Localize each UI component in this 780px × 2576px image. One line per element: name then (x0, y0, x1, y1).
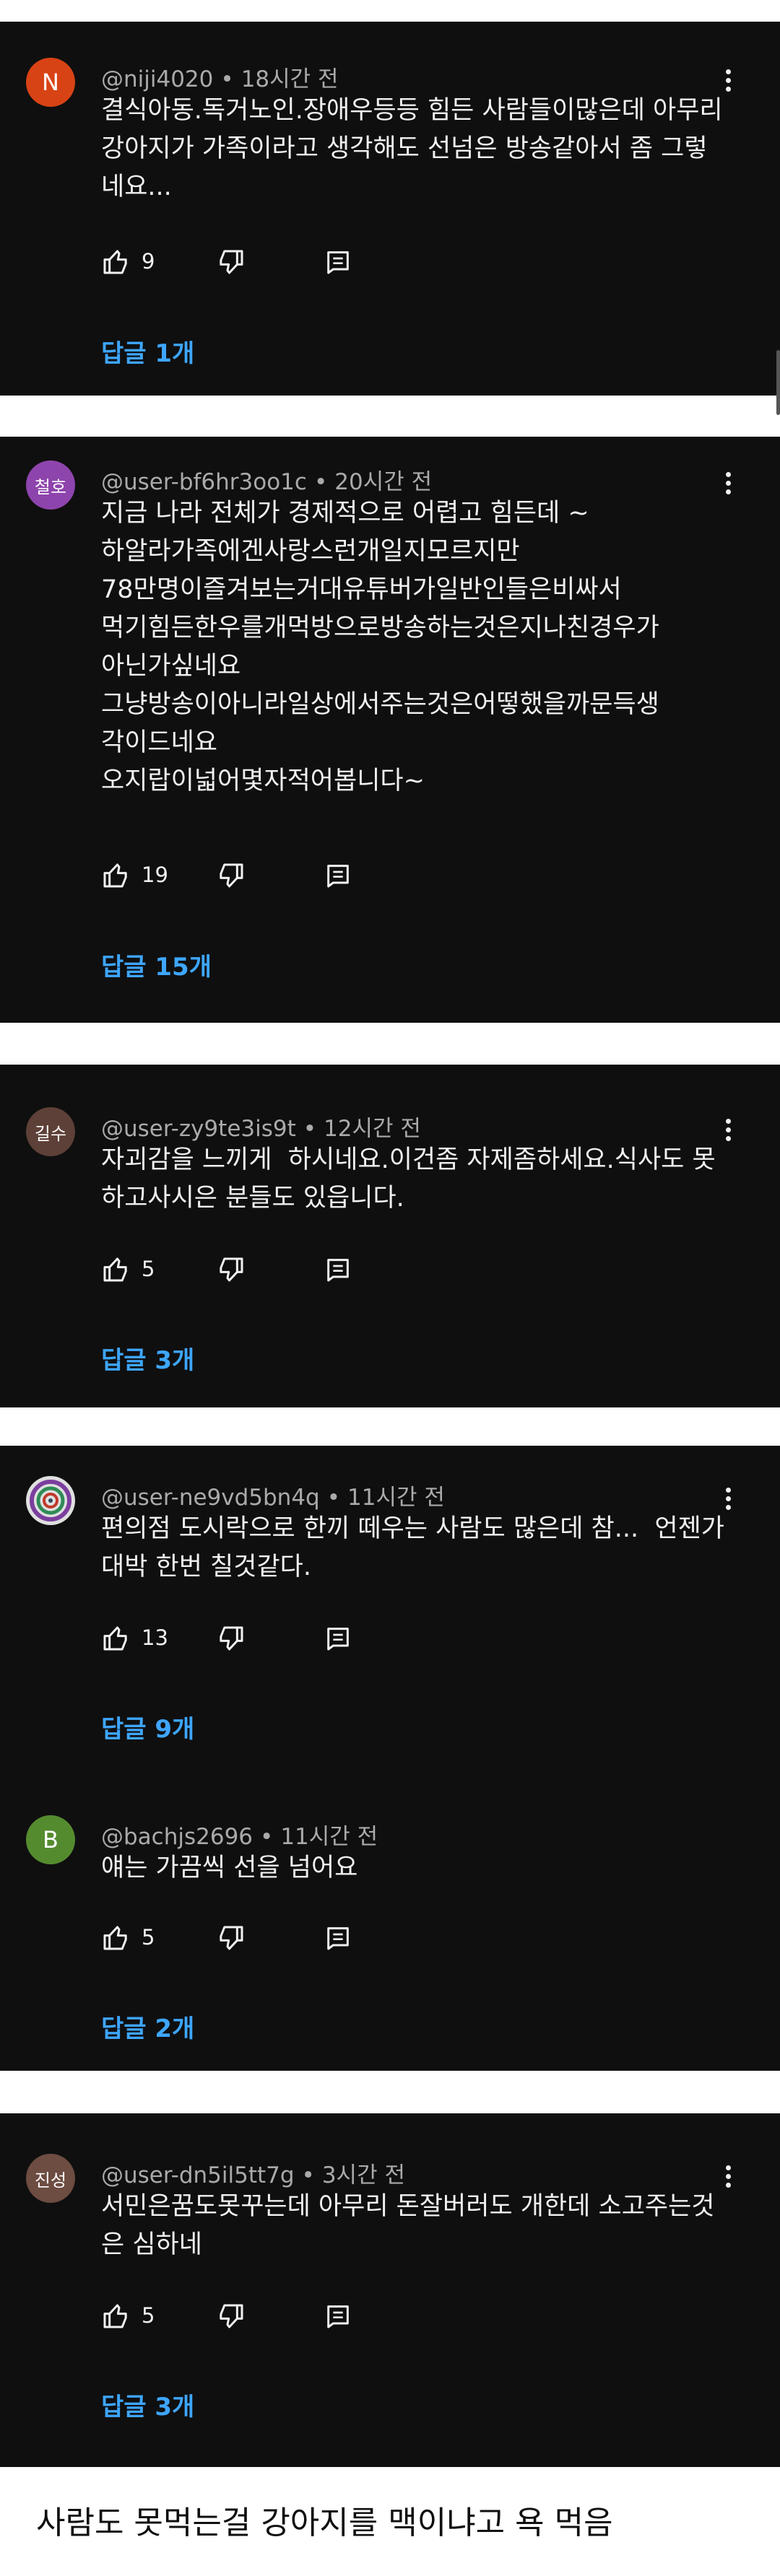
thumbs-up-icon[interactable] (101, 248, 130, 276)
comment-author-line: @user-bf6hr3oo1c • 20시간 전 (101, 463, 432, 496)
thumbs-down-icon[interactable] (217, 248, 246, 276)
separator-dot: • (303, 1116, 317, 1142)
avatar[interactable]: 진성 (26, 2154, 75, 2203)
comment-author-line: @niji4020 • 18시간 전 (101, 61, 339, 93)
thumbs-down-icon[interactable] (217, 1624, 246, 1653)
comment-icon[interactable] (324, 248, 352, 276)
comment-icon[interactable] (324, 1255, 352, 1284)
author-handle[interactable]: @bachjs2696 (101, 1824, 253, 1850)
replies-link[interactable]: 답글 15개 (101, 947, 212, 982)
replies-link[interactable]: 답글 9개 (101, 1709, 194, 1745)
thumbs-down-icon[interactable] (217, 1924, 246, 1952)
author-handle[interactable]: @niji4020 (101, 66, 213, 92)
thumbs-down-icon[interactable] (217, 1255, 246, 1284)
scrollbar[interactable] (776, 350, 780, 415)
comment-text: 편의점 도시락으로 한끼 떼우는 사람도 많은데 참... 언젠가 대박 한번 … (101, 1514, 733, 1581)
avatar-initial: B (43, 1826, 58, 1854)
thumbs-down-icon[interactable] (217, 861, 246, 890)
comment-time: 11시간 전 (347, 1485, 445, 1511)
comment-author-line: @bachjs2696 • 11시간 전 (101, 1818, 378, 1851)
comment-author-line: @user-zy9te3is9t • 12시간 전 (101, 1110, 421, 1143)
thumbs-up-icon[interactable] (101, 1924, 130, 1952)
avatar[interactable]: 길수 (26, 1107, 75, 1156)
avatar[interactable]: N (26, 58, 75, 107)
comment-time: 11시간 전 (280, 1824, 378, 1850)
separator-dot: • (260, 1824, 274, 1850)
avatar[interactable]: B (26, 1815, 75, 1864)
comment-author-line: @user-dn5il5tt7g • 3시간 전 (101, 2157, 405, 2189)
comment-icon[interactable] (324, 2302, 352, 2331)
replies-link[interactable]: 답글 1개 (101, 333, 194, 369)
comment-text: 자괴감을 느끼게 하시네요.이건좀 자제좀하세요.식사도 못하고사시은 분들도 … (101, 1145, 716, 1213)
avatar-initial: 진성 (34, 2170, 67, 2191)
avatar[interactable]: 철호 (26, 460, 75, 510)
caption-text: 사람도 못먹는걸 강아지를 맥이냐고 욕 먹음 (36, 2505, 613, 2541)
comment-text: 결식아동.독거노인.장애우등등 힘든 사람들이많은데 아무리 강아지가 가족이라… (101, 96, 731, 201)
separator-dot: • (220, 66, 234, 92)
separator-dot: • (301, 2162, 315, 2188)
comment-icon[interactable] (324, 861, 352, 890)
author-handle[interactable]: @user-dn5il5tt7g (101, 2162, 295, 2188)
thumbs-up-icon[interactable] (101, 1624, 130, 1653)
avatar-initial: 철호 (34, 476, 67, 497)
thumbs-down-icon[interactable] (217, 2302, 246, 2331)
comment-text: 서민은꿈도못꾸는데 아무리 돈잘버러도 개한데 소고주는것은 심하네 (101, 2192, 715, 2259)
thumbs-up-icon[interactable] (101, 1255, 130, 1284)
comment-time: 18시간 전 (240, 66, 339, 92)
comment-time: 3시간 전 (321, 2162, 405, 2188)
author-handle[interactable]: @user-zy9te3is9t (101, 1116, 296, 1142)
like-count: 19 (142, 863, 168, 887)
comment-time: 20시간 전 (334, 469, 433, 495)
replies-link[interactable]: 답글 2개 (101, 2009, 194, 2044)
comment-author-line: @user-ne9vd5bn4q • 11시간 전 (101, 1479, 445, 1511)
comment-text: 지금 나라 전체가 경제적으로 어렵고 힘든데 ~ 하알라가족에겐사랑스런개일지… (101, 499, 659, 795)
thumbs-up-icon[interactable] (101, 2302, 130, 2331)
like-count: 13 (142, 1625, 168, 1650)
author-handle[interactable]: @user-ne9vd5bn4q (101, 1485, 320, 1511)
author-handle[interactable]: @user-bf6hr3oo1c (101, 469, 307, 495)
comment-icon[interactable] (324, 1624, 352, 1653)
like-count: 5 (142, 1925, 155, 1950)
separator-dot: • (313, 469, 328, 495)
like-count: 5 (142, 2303, 155, 2328)
like-count: 9 (142, 249, 155, 274)
like-count: 5 (142, 1257, 155, 1281)
avatar-initial: 길수 (34, 1123, 67, 1144)
avatar[interactable] (26, 1476, 75, 1525)
comment-text: 얘는 가끔씩 선을 넘어요 (101, 1854, 358, 1882)
avatar-initial: N (42, 69, 59, 96)
separator-dot: • (326, 1485, 341, 1511)
comment-time: 12시간 전 (324, 1116, 421, 1142)
replies-link[interactable]: 답글 3개 (101, 2387, 194, 2422)
comment-icon[interactable] (324, 1924, 352, 1952)
replies-link[interactable]: 답글 3개 (101, 1340, 194, 1376)
avatar-swirl-icon (30, 1480, 72, 1521)
thumbs-up-icon[interactable] (101, 861, 130, 890)
